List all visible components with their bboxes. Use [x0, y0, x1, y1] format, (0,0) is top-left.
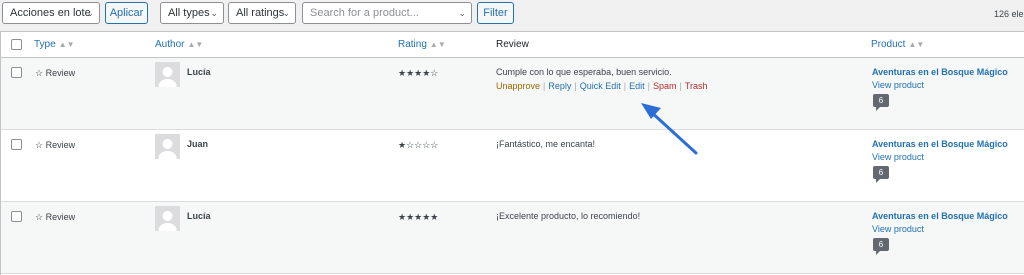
- apply-button[interactable]: Aplicar: [105, 2, 148, 24]
- table-row: ☆ Review Lucía ★★★★★ ¡Excelente producto…: [1, 202, 1024, 274]
- reviews-table: Type ▲▼ Author ▲▼ Rating ▲▼ Review Product ▲…: [0, 31, 1024, 275]
- chevron-down-icon: ⌄: [458, 8, 466, 18]
- edit-link[interactable]: Edit: [629, 81, 645, 91]
- avatar: [155, 134, 180, 159]
- rating-filter-select[interactable]: All ratings ⌄: [228, 2, 296, 24]
- sort-icon: ▲▼: [429, 40, 446, 49]
- rating-stars: ★★★★☆: [398, 68, 439, 78]
- row-checkbox[interactable]: [11, 211, 22, 222]
- review-text: Cumple con lo que esperaba, buen servici…: [496, 67, 672, 77]
- user-placeholder-icon: [155, 206, 180, 231]
- product-search-input[interactable]: [303, 3, 453, 23]
- table-header: Type ▲▼ Author ▲▼ Rating ▲▼ Review Product ▲…: [1, 32, 1024, 58]
- view-product-link[interactable]: View product: [872, 152, 924, 162]
- user-placeholder-icon: [155, 134, 180, 159]
- type-filter-label: All types: [168, 7, 210, 19]
- sort-icon: ▲▼: [187, 40, 204, 49]
- row-checkbox[interactable]: [11, 139, 22, 150]
- review-count-badge[interactable]: 6: [873, 166, 889, 183]
- product-link[interactable]: Aventuras en el Bosque Mágico: [872, 211, 1008, 221]
- review-count-badge[interactable]: 6: [873, 94, 889, 111]
- column-review: Review: [496, 39, 529, 50]
- type-filter-select[interactable]: All types ⌄: [160, 2, 224, 24]
- table-row: ☆ Review Lucía ★★★★☆ Cumple con lo que e…: [1, 58, 1024, 130]
- column-rating[interactable]: Rating ▲▼: [398, 39, 446, 50]
- chevron-down-icon: ⌄: [86, 8, 94, 18]
- reply-link[interactable]: Reply: [548, 81, 571, 91]
- avatar: [155, 206, 180, 231]
- bulk-actions-select[interactable]: Acciones en lote ⌄: [2, 2, 100, 24]
- chevron-down-icon: ⌄: [282, 8, 290, 18]
- unapprove-link[interactable]: Unapprove: [496, 81, 540, 91]
- view-product-link[interactable]: View product: [872, 224, 924, 234]
- author-name[interactable]: Juan: [187, 139, 208, 149]
- rating-stars: ★★★★★: [398, 212, 439, 222]
- column-type[interactable]: Type ▲▼: [34, 39, 75, 50]
- select-all-checkbox[interactable]: [11, 39, 22, 50]
- row-actions: Unapprove | Reply | Quick Edit | Edit | Spam | Tra…: [496, 81, 708, 91]
- rating-stars: ★☆☆☆☆: [398, 140, 439, 150]
- quick-edit-link[interactable]: Quick Edit: [580, 81, 621, 91]
- tablenav-top: Acciones en lote ⌄ Aplicar All types ⌄ A…: [0, 0, 1024, 31]
- chevron-down-icon: ⌄: [210, 8, 218, 18]
- avatar: [155, 62, 180, 87]
- sort-icon: ▲▼: [58, 40, 75, 49]
- review-type: ☆ Review: [35, 68, 76, 78]
- column-product[interactable]: Product ▲▼: [871, 39, 924, 50]
- items-count: 126 ele: [994, 9, 1024, 19]
- author-name[interactable]: Lucía: [187, 211, 211, 221]
- column-author[interactable]: Author ▲▼: [155, 39, 203, 50]
- review-text: ¡Fantástico, me encanta!: [496, 139, 596, 149]
- trash-link[interactable]: Trash: [685, 81, 708, 91]
- product-search-select[interactable]: ⌄: [302, 2, 472, 24]
- row-checkbox[interactable]: [11, 67, 22, 78]
- product-link[interactable]: Aventuras en el Bosque Mágico: [872, 139, 1008, 149]
- table-row: ☆ Review Juan ★☆☆☆☆ ¡Fantástico, me enca…: [1, 130, 1024, 202]
- review-type: ☆ Review: [35, 140, 76, 150]
- author-name[interactable]: Lucía: [187, 67, 211, 77]
- user-placeholder-icon: [155, 62, 180, 87]
- view-product-link[interactable]: View product: [872, 80, 924, 90]
- sort-icon: ▲▼: [908, 40, 925, 49]
- review-count-badge[interactable]: 6: [873, 238, 889, 255]
- filter-button[interactable]: Filter: [477, 2, 514, 24]
- review-text: ¡Excelente producto, lo recomiendo!: [496, 211, 641, 221]
- rating-filter-label: All ratings: [236, 7, 285, 19]
- spam-link[interactable]: Spam: [653, 81, 677, 91]
- bulk-actions-label: Acciones en lote: [10, 7, 91, 19]
- review-type: ☆ Review: [35, 212, 76, 222]
- product-link[interactable]: Aventuras en el Bosque Mágico: [872, 67, 1008, 77]
